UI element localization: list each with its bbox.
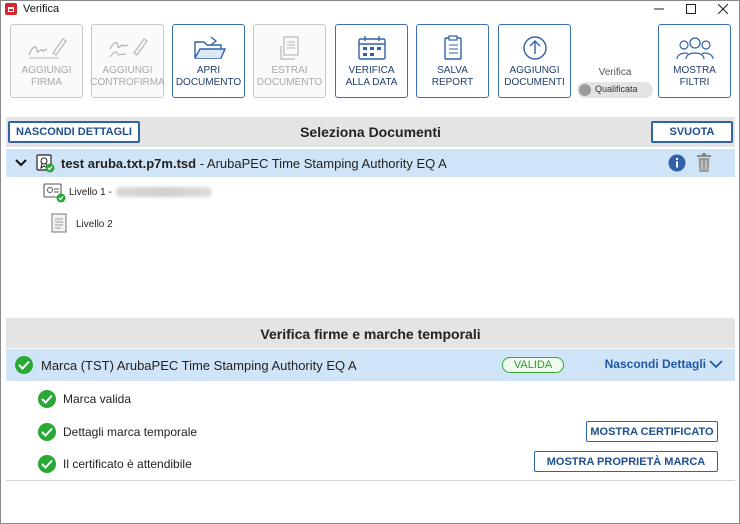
- marca-row[interactable]: Marca (TST) ArubaPEC Time Stamping Autho…: [6, 349, 735, 381]
- trash-icon[interactable]: [696, 153, 712, 176]
- apri-documento-button[interactable]: APRI DOCUMENTO: [172, 24, 245, 98]
- document-authority: - ArubaPEC Time Stamping Authority EQ A: [196, 155, 447, 171]
- aggiungi-firma-label: AGGIUNGI FIRMA: [21, 65, 72, 88]
- document-file-name: test aruba.txt.p7m.tsd: [61, 155, 197, 171]
- check-marca-valida: Marca valida: [38, 390, 131, 408]
- livello-1-label: Livello 1 -: [69, 186, 112, 198]
- mostra-filtri-button[interactable]: MOSTRA FILTRI: [658, 24, 731, 98]
- tree-item-livello-2[interactable]: Livello 2: [51, 213, 113, 236]
- document-page-icon: [51, 213, 67, 236]
- nascondi-dettagli-link[interactable]: Nascondi Dettagli: [605, 357, 723, 371]
- salva-report-button[interactable]: SALVA REPORT: [416, 24, 489, 98]
- chevron-down-icon: [709, 359, 723, 368]
- info-icon[interactable]: [668, 154, 686, 175]
- calendar-icon: [355, 33, 389, 63]
- check-circle-icon: [15, 356, 33, 374]
- aggiungi-documenti-button[interactable]: AGGIUNGI DOCUMENTI: [498, 24, 571, 98]
- close-icon[interactable]: [707, 1, 739, 17]
- verifica-alla-data-label: VERIFICA ALLA DATA: [345, 65, 398, 88]
- verification-header: Verifica firme e marche temporali: [6, 318, 735, 348]
- aggiungi-firma-button[interactable]: AGGIUNGI FIRMA: [10, 24, 83, 98]
- app-logo-icon: [5, 3, 17, 15]
- signature-pen-icon: [25, 33, 69, 63]
- toggle-knob: [579, 84, 591, 96]
- toolbar: AGGIUNGI FIRMA AGGIUNGI CONTROFIRMA APRI…: [1, 17, 739, 113]
- qualificata-toggle[interactable]: Qualificata: [577, 82, 653, 98]
- documents-title: Seleziona Documenti: [300, 124, 441, 140]
- qualificata-label: Qualificata: [595, 84, 638, 94]
- document-title: test aruba.txt.p7m.tsd - ArubaPEC Time S…: [61, 156, 447, 171]
- verifica-window: Verifica AGGIUNGI FIRMA AGGIUNGI CONTROF…: [0, 0, 740, 524]
- tree-item-livello-1[interactable]: Livello 1 -: [43, 182, 212, 203]
- check-circle-icon: [38, 390, 56, 408]
- window-controls: [643, 1, 739, 17]
- mostra-filtri-label: MOSTRA FILTRI: [673, 65, 716, 88]
- title-bar: Verifica: [1, 1, 739, 17]
- chevron-down-icon[interactable]: [15, 156, 27, 170]
- upload-circle-icon: [521, 33, 549, 63]
- check-text: Il certificato è attendibile: [63, 457, 192, 471]
- aggiungi-controfirma-button[interactable]: AGGIUNGI CONTROFIRMA: [90, 24, 165, 98]
- svuota-button[interactable]: SVUOTA: [651, 121, 733, 143]
- window-title: Verifica: [23, 3, 60, 15]
- marca-label: Marca (TST) ArubaPEC Time Stamping Autho…: [41, 357, 357, 373]
- livello-2-label: Livello 2: [76, 219, 113, 230]
- bottom-divider: [6, 480, 735, 481]
- verifica-toggle-group: Verifica Qualificata: [577, 67, 653, 101]
- certificate-icon: [43, 182, 67, 203]
- nascondi-dettagli-link-label: Nascondi Dettagli: [604, 357, 706, 371]
- document-row[interactable]: test aruba.txt.p7m.tsd - ArubaPEC Time S…: [6, 149, 735, 177]
- verifica-alla-data-button[interactable]: VERIFICA ALLA DATA: [335, 24, 408, 98]
- users-filter-icon: [675, 33, 715, 63]
- check-text: Marca valida: [63, 392, 132, 406]
- estrai-documento-label: ESTRAI DOCUMENTO: [256, 65, 323, 88]
- check-certificato-attendibile: Il certificato è attendibile: [38, 455, 192, 473]
- mostra-proprieta-marca-button[interactable]: MOSTRA PROPRIETÀ MARCA: [534, 451, 718, 472]
- maximize-icon[interactable]: [675, 1, 707, 17]
- minimize-icon[interactable]: [643, 1, 675, 17]
- check-circle-icon: [38, 455, 56, 473]
- salva-report-label: SALVA REPORT: [431, 65, 474, 88]
- verification-title: Verifica firme e marche temporali: [260, 326, 481, 342]
- verifica-label: Verifica: [598, 67, 632, 78]
- open-folder-icon: [191, 33, 227, 63]
- check-dettagli-marca: Dettagli marca temporale: [38, 423, 197, 441]
- aggiungi-documenti-label: AGGIUNGI DOCUMENTI: [504, 65, 565, 88]
- estrai-documento-button[interactable]: ESTRAI DOCUMENTO: [253, 24, 326, 98]
- report-clipboard-icon: [439, 33, 467, 63]
- aggiungi-controfirma-label: AGGIUNGI CONTROFIRMA: [90, 65, 165, 88]
- apri-documento-label: APRI DOCUMENTO: [175, 65, 242, 88]
- countersign-pen-icon: [106, 33, 150, 63]
- documents-header: NASCONDI DETTAGLI Seleziona Documenti SV…: [6, 117, 735, 147]
- check-circle-icon: [38, 423, 56, 441]
- timestamp-document-icon: [35, 153, 55, 173]
- redacted-signer-name: [115, 187, 212, 197]
- check-text: Dettagli marca temporale: [63, 425, 198, 439]
- mostra-certificato-button[interactable]: MOSTRA CERTIFICATO: [586, 421, 718, 442]
- extract-document-icon: [275, 33, 305, 63]
- status-badge: VALIDA: [502, 357, 564, 373]
